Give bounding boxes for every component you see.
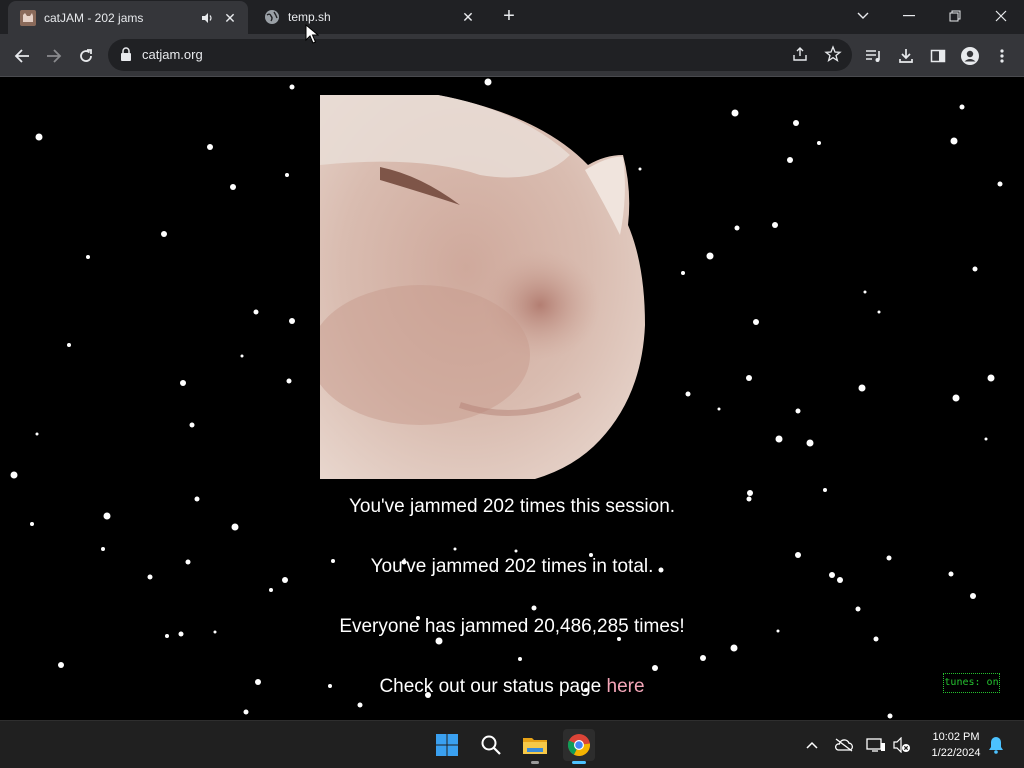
media-control-button[interactable] <box>862 44 886 68</box>
tab-title: temp.sh <box>288 10 331 24</box>
new-tab-button[interactable]: + <box>498 6 520 28</box>
tab-temp-sh[interactable]: temp.sh ✕ <box>252 0 486 34</box>
browser-toolbar: catjam.org <box>0 34 1024 77</box>
global-jam-count: Everyone has jammed 20,486,285 times! <box>339 616 685 637</box>
side-panel-button[interactable] <box>926 44 950 68</box>
more-vertical-icon <box>1000 49 1004 63</box>
status-page-text: Check out our status page <box>379 676 607 697</box>
forward-button[interactable] <box>42 44 66 68</box>
restore-button[interactable] <box>932 0 978 32</box>
running-indicator <box>531 761 539 764</box>
search-icon <box>481 735 501 755</box>
start-button[interactable] <box>431 729 463 761</box>
tab-strip: catJAM - 202 jams ✕ temp.sh ✕ + <box>0 0 1024 35</box>
minimize-button[interactable] <box>886 0 932 32</box>
catjam-favicon-icon <box>20 10 36 26</box>
reload-icon <box>80 49 92 62</box>
active-indicator <box>572 761 586 764</box>
arrow-left-icon <box>14 49 29 63</box>
catjam-animation-image <box>320 95 645 479</box>
taskbar-search-button[interactable] <box>475 729 507 761</box>
folder-icon <box>523 738 547 754</box>
download-icon <box>899 49 913 63</box>
volume-button[interactable] <box>892 735 912 755</box>
show-hidden-icons-button[interactable] <box>802 735 822 755</box>
tab-title: catJAM - 202 jams <box>44 11 144 25</box>
downloads-button[interactable] <box>894 44 918 68</box>
screen: catJAM - 202 jams ✕ temp.sh ✕ + catjam.o… <box>0 0 1024 768</box>
minimize-icon <box>903 15 915 17</box>
total-jam-count: You've jammed 202 times in total. <box>370 556 654 577</box>
chrome-menu-button[interactable] <box>990 44 1014 68</box>
cloud-off-icon <box>834 738 853 752</box>
speaker-icon[interactable] <box>200 11 214 25</box>
address-bar[interactable]: catjam.org <box>108 39 852 71</box>
mouse-cursor-icon <box>305 24 319 44</box>
reload-button[interactable] <box>74 44 98 68</box>
avatar-icon <box>961 47 979 65</box>
back-button[interactable] <box>10 44 34 68</box>
session-jam-count: You've jammed 202 times this session. <box>348 496 676 517</box>
tab-search-button[interactable] <box>840 0 886 32</box>
windows-taskbar: 10:02 PM 1/22/2024 <box>0 720 1024 768</box>
bell-icon <box>989 737 1003 754</box>
globe-icon <box>265 10 279 24</box>
arrow-right-icon <box>47 49 62 63</box>
lock-icon[interactable] <box>120 47 132 61</box>
close-tab-icon[interactable]: ✕ <box>222 10 238 26</box>
speaker-muted-icon <box>893 737 910 753</box>
close-window-button[interactable] <box>978 0 1024 32</box>
close-icon <box>995 10 1007 22</box>
windows-logo-icon <box>436 734 458 756</box>
chevron-down-icon <box>857 12 869 19</box>
tab-catjam[interactable]: catJAM - 202 jams ✕ <box>8 1 248 35</box>
profile-button[interactable] <box>958 44 982 68</box>
playlist-icon <box>866 50 880 62</box>
notifications-button[interactable] <box>986 735 1006 755</box>
chevron-up-icon <box>806 741 818 749</box>
tunes-toggle[interactable]: tunes: on <box>943 673 1000 693</box>
chrome-taskbar-button[interactable] <box>563 729 595 764</box>
network-icon <box>866 738 885 752</box>
url-text[interactable]: catjam.org <box>142 47 203 62</box>
status-page-line: Check out our status page here <box>0 676 1024 698</box>
bookmark-star-icon[interactable] <box>824 45 842 63</box>
web-content: You've jammed 202 times this session. Yo… <box>0 78 1024 720</box>
file-explorer-button[interactable] <box>519 729 551 764</box>
restore-icon <box>949 10 961 22</box>
side-panel-icon <box>930 49 946 63</box>
onedrive-button[interactable] <box>834 735 854 755</box>
chrome-icon <box>567 734 591 757</box>
share-icon[interactable] <box>792 46 808 62</box>
close-tab-icon[interactable]: ✕ <box>460 9 476 25</box>
status-page-link[interactable]: here <box>607 676 645 697</box>
network-button[interactable] <box>866 735 886 755</box>
